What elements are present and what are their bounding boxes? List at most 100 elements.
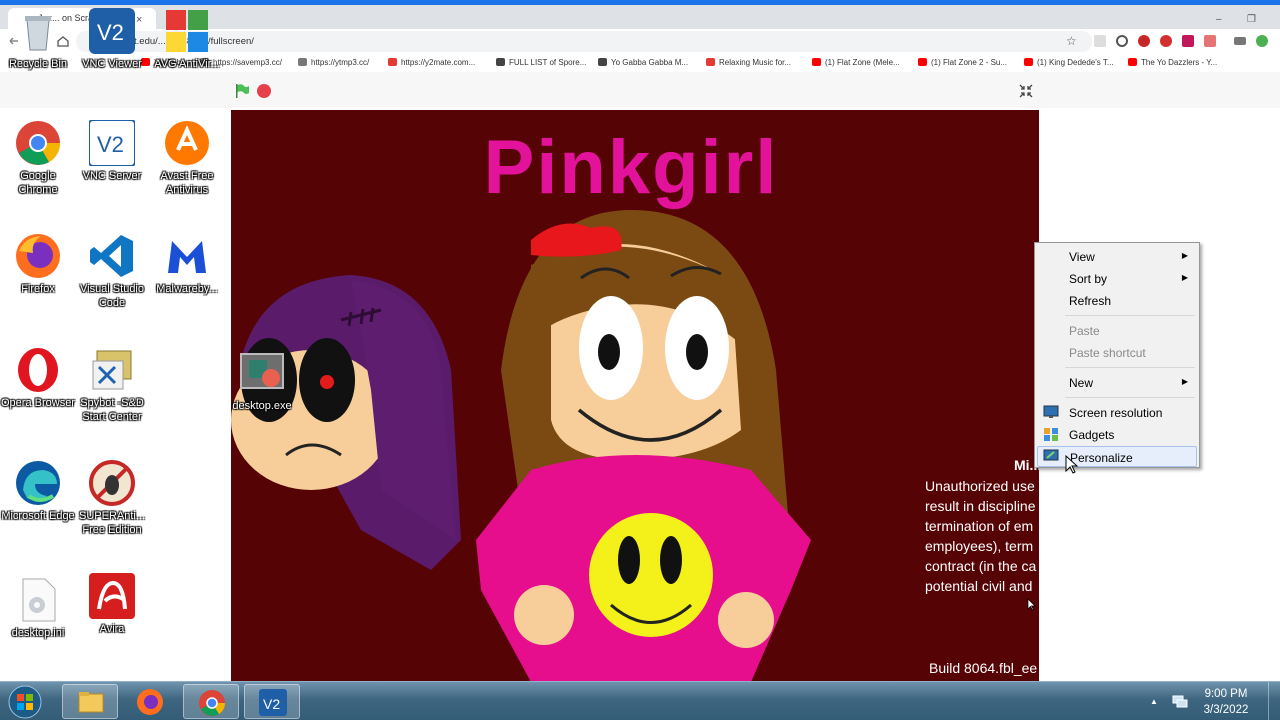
notice-line: potential civil and [925, 578, 1033, 594]
pinkgirl-character [476, 210, 811, 682]
media-extension-icon[interactable] [1182, 35, 1194, 47]
notice-line: termination of em [925, 518, 1034, 534]
screenshot-extension-icon[interactable] [1204, 35, 1216, 47]
desktop-icon-superantispyware[interactable]: SUPERAnti... Free Edition [74, 460, 150, 537]
bookmark-star-icon[interactable]: ☆ [1066, 34, 1077, 48]
explorer-icon [78, 692, 104, 713]
desktop-icon-recycle-bin[interactable]: Recycle Bin [0, 8, 76, 71]
desktop-icon-vscode[interactable]: Visual Studio Code [74, 233, 150, 310]
chrome-icon [199, 690, 226, 716]
submenu-arrow-icon: ▶ [1181, 273, 1188, 282]
bookmark-label: https://y2mate.com... [401, 58, 476, 67]
desktop-exe-icon [239, 350, 285, 396]
taskbar: V2 ▲ 9:00 PM 3/3/2022 [0, 681, 1280, 720]
desktop-icon-firefox[interactable]: Firefox [0, 233, 76, 296]
bookmark-item[interactable]: (1) Flat Zone 2 - Su... [918, 58, 1007, 67]
bookmark-item[interactable]: FULL LIST of Spore... [496, 58, 586, 67]
avast-icon [164, 120, 210, 166]
build-watermark: Build 8064.fbl_ee [929, 660, 1038, 676]
context-menu-item-view[interactable]: View ▶ [1037, 246, 1197, 267]
superantispyware-icon [89, 460, 135, 506]
bookmark-item[interactable]: The Yo Dazzlers - Y... [1128, 58, 1217, 67]
desktop-icon-vnc-server[interactable]: V2 VNC Server [74, 119, 150, 183]
restore-button[interactable]: ❐ [1247, 14, 1256, 25]
taskbar-item-firefox[interactable] [122, 684, 178, 719]
context-menu-item-screen-resolution[interactable]: Screen resolution [1037, 402, 1197, 423]
gadgets-icon [1044, 428, 1058, 441]
show-desktop-button[interactable] [1268, 682, 1280, 720]
desktop-icon-chrome[interactable]: Google Chrome [0, 120, 76, 197]
submenu-arrow-icon: ▶ [1181, 251, 1188, 260]
bookmark-favicon-icon [918, 58, 927, 66]
bookmark-label: FULL LIST of Spore... [509, 58, 587, 67]
menu-separator [1065, 315, 1195, 316]
avira-icon [89, 573, 135, 619]
desktop-icon-vnc-viewer[interactable]: V2 VNC Viewer [74, 8, 150, 71]
address-bar[interactable]: mit.edu/...53948931/fullscreen/ [76, 31, 1092, 52]
malwarebytes-icon [164, 233, 210, 279]
exit-fullscreen-icon[interactable] [1018, 83, 1034, 99]
stop-sign-icon[interactable] [257, 84, 271, 98]
bookmark-label: Yo Gabba Gabba M... [611, 58, 689, 67]
vscode-icon [89, 233, 135, 279]
bookmark-item[interactable]: https://ytmp3.cc/ [298, 58, 369, 67]
svg-text:V2: V2 [263, 696, 280, 712]
desktop-icon-label: desktop.ini [11, 627, 65, 639]
clock-date: 3/3/2022 [1203, 704, 1249, 716]
extension-icon[interactable] [1094, 35, 1106, 47]
desktop-icon-label: VNC Server [82, 170, 142, 182]
desktop-icon-label: Firefox [21, 283, 55, 295]
context-menu-item-sort-by[interactable]: Sort by ▶ [1037, 268, 1197, 289]
taskbar-item-chrome[interactable] [183, 684, 239, 719]
project-stage[interactable]: Pinkgirl [231, 110, 1039, 682]
network-icon[interactable] [1172, 694, 1188, 708]
adblock-extension-icon[interactable] [1138, 35, 1150, 47]
minimize-button[interactable]: – [1216, 14, 1222, 25]
bookmark-item[interactable]: Yo Gabba Gabba M... [598, 58, 688, 67]
desktop-icon-label: VNC Viewer [82, 58, 142, 70]
vnc-server-icon: V2 [88, 119, 136, 167]
context-menu-item-personalize[interactable]: Personalize [1037, 446, 1197, 467]
stage-mouse-pointer-icon [1027, 598, 1036, 611]
bookmark-item[interactable]: (1) Flat Zone (Mele... [812, 58, 900, 67]
taskbar-item-vnc-viewer[interactable]: V2 [244, 684, 300, 719]
desktop-icon-avast[interactable]: Avast Free Antivirus [149, 120, 225, 197]
block-extension-icon[interactable] [1116, 35, 1128, 47]
context-menu-item-paste[interactable]: Paste [1037, 320, 1197, 341]
bookmark-item[interactable]: https://y2mate.com... [388, 58, 475, 67]
desktop-icon-edge[interactable]: Microsoft Edge [0, 460, 76, 523]
context-menu-item-new[interactable]: New ▶ [1037, 372, 1197, 393]
notice-line: Unauthorized use [925, 478, 1035, 494]
menu-item-label: Personalize [1070, 451, 1133, 465]
context-menu-item-gadgets[interactable]: Gadgets [1037, 424, 1197, 445]
green-flag-icon[interactable] [234, 83, 250, 99]
desktop-icon-avira[interactable]: Avira [74, 573, 150, 636]
project-controls-bar [0, 72, 1280, 108]
desktop-icon-desktop-ini[interactable]: desktop.ini [0, 577, 76, 640]
taskbar-clock[interactable]: 9:00 PM 3/3/2022 [1196, 686, 1256, 718]
pinterest-extension-icon[interactable] [1160, 35, 1172, 47]
bookmark-item[interactable]: (1) King Dedede's T... [1024, 58, 1114, 67]
bookmark-item[interactable]: Relaxing Music for... [706, 58, 791, 67]
taskbar-item-explorer[interactable] [62, 684, 118, 719]
profile-avatar-icon[interactable] [1256, 35, 1268, 47]
vnc-viewer-icon: V2 [89, 8, 135, 54]
desktop-icon-malwarebytes[interactable]: Malwareby... [149, 233, 225, 296]
svg-text:V2: V2 [97, 20, 124, 45]
show-hidden-icons-button[interactable]: ▲ [1150, 697, 1158, 706]
bookmark-label: Relaxing Music for... [719, 58, 792, 67]
reading-list-icon[interactable] [1234, 37, 1246, 45]
desktop-icon-desktop-exe[interactable]: desktop.exe [224, 350, 300, 413]
clock-time: 9:00 PM [1204, 688, 1248, 700]
context-menu-item-refresh[interactable]: Refresh [1037, 290, 1197, 311]
start-button[interactable] [6, 684, 44, 720]
menu-item-label: Paste shortcut [1069, 346, 1146, 360]
svg-text:V2: V2 [97, 132, 124, 157]
context-menu-item-paste-shortcut[interactable]: Paste shortcut [1037, 342, 1197, 363]
menu-separator [1065, 367, 1195, 368]
personalize-icon [1043, 449, 1059, 461]
desktop-icon-avg[interactable]: AVG AntiVir... [149, 8, 225, 71]
desktop-icon-spybot[interactable]: Spybot -S&D Start Center [74, 347, 150, 424]
desktop-icon-opera[interactable]: Opera Browser [0, 347, 76, 410]
desktop-icon-label: AVG AntiVir... [154, 58, 220, 70]
